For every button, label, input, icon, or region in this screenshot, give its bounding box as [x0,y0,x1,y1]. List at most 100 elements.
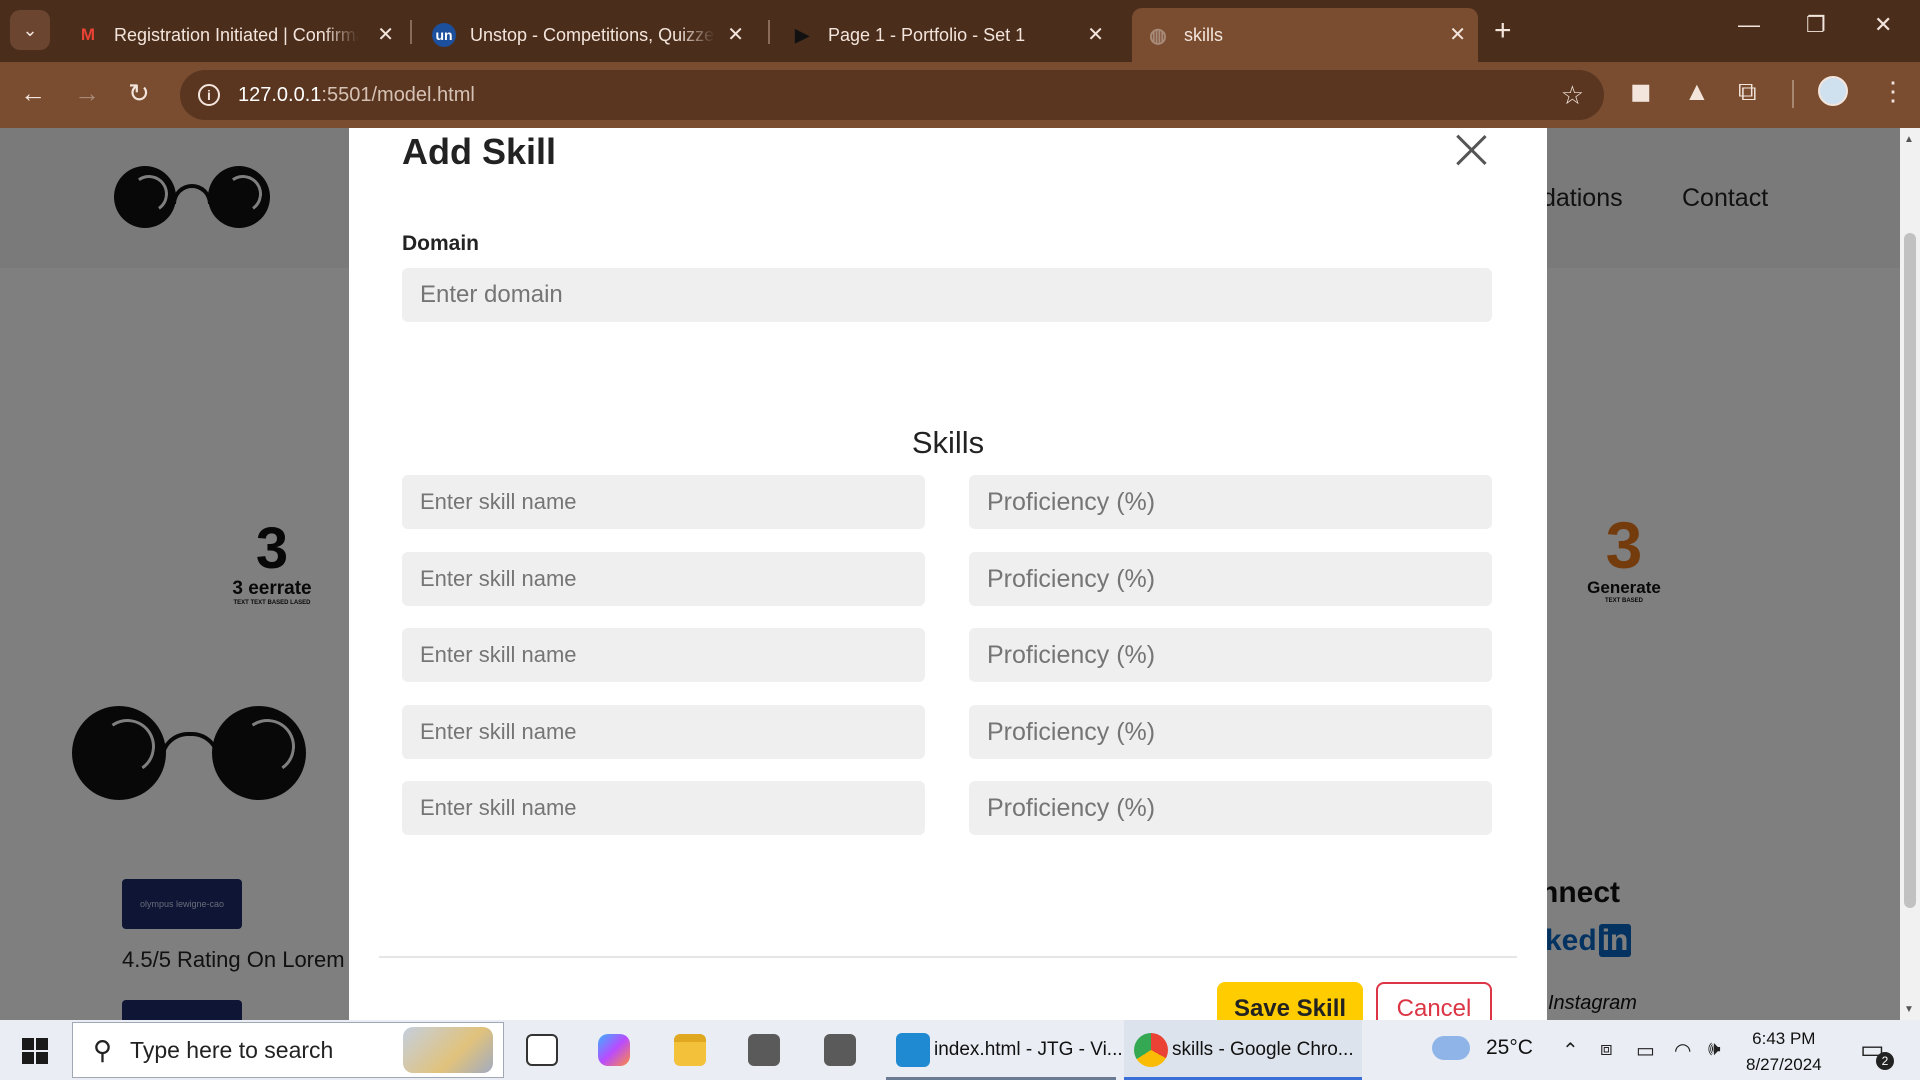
clock-time: 6:43 PM [1752,1029,1816,1048]
tab-unstop[interactable]: un Unstop - Competitions, Quizzes ✕ [418,8,756,62]
chrome-icon [1134,1033,1168,1067]
windows-logo-icon [36,1038,48,1050]
profile-avatar[interactable] [1818,76,1848,106]
gmail-icon: M [80,25,96,44]
toolbar-separator [1792,80,1794,108]
meet-now-icon[interactable]: ⧈ [1600,1038,1613,1061]
bookmark-star-icon[interactable]: ☆ [1561,80,1584,111]
chevron-down-icon: ⌄ [22,19,38,40]
temperature: 25°C [1486,1036,1533,1059]
windows-logo-icon [22,1052,34,1064]
extension-triangle-icon[interactable]: ▲ [1684,76,1710,107]
skill-name-input[interactable] [402,552,925,606]
proficiency-input[interactable] [969,781,1492,835]
extensions-puzzle-icon[interactable]: ⧉ [1738,76,1757,108]
skills-heading: Skills [911,425,985,460]
task-view-icon[interactable] [526,1034,558,1066]
scroll-down-arrow-icon[interactable]: ▼ [1904,1004,1914,1015]
notification-count-badge: 2 [1876,1052,1894,1070]
tab-skills[interactable]: ◍ skills ✕ [1132,8,1478,62]
taskbar-app-vscode[interactable]: index.html - JTG - Vi... [886,1020,1123,1080]
modal-title: Add Skill [402,131,557,172]
weather-widget[interactable]: 25°C [1432,1028,1533,1060]
vscode-icon [896,1033,930,1067]
file-explorer-icon[interactable] [674,1034,706,1066]
skill-name-input[interactable] [402,705,925,759]
address-bar[interactable]: i 127.0.0.1 :5501/model.html ☆ [180,70,1604,120]
tab-separator [410,20,412,44]
url-host: 127.0.0.1 [238,83,322,106]
restore-button[interactable]: ❐ [1806,12,1826,38]
domain-input[interactable] [402,268,1492,322]
tab-title: skills [1184,24,1223,45]
cancel-button[interactable]: Cancel [1376,982,1492,1020]
url-path: :5501/model.html [321,83,475,106]
proficiency-input[interactable] [969,628,1492,682]
save-skill-button[interactable]: Save Skill [1217,982,1363,1020]
page-scrollbar[interactable]: ▲ ▼ [1900,128,1920,1020]
close-window-button[interactable]: ✕ [1874,12,1892,38]
system-clock[interactable]: 6:43 PM 8/27/2024 [1746,1026,1822,1078]
volume-icon[interactable]: 🕪 [1708,1038,1721,1061]
tab-title: Page 1 - Portfolio - Set 1 [828,24,1026,45]
back-arrow-icon[interactable]: ← [20,78,46,109]
tab-gmail[interactable]: M Registration Initiated | Confirma ✕ [62,8,406,62]
tab-portfolio[interactable]: ▶ Page 1 - Portfolio - Set 1 ✕ [776,8,1116,62]
close-icon[interactable]: ✕ [1087,22,1104,47]
windows-logo-icon [22,1038,34,1050]
partly-cloudy-icon [1432,1028,1470,1060]
search-highlight-image [403,1027,493,1073]
close-icon[interactable] [1453,132,1489,168]
add-skill-modal: Add Skill Domain Skills Save Skill Cance… [349,128,1547,1020]
forward-arrow-icon[interactable]: → [74,78,100,109]
scroll-up-arrow-icon[interactable]: ▲ [1904,134,1914,145]
taskbar-app-label: index.html - JTG - Vi... [934,1039,1123,1060]
proficiency-input[interactable] [969,705,1492,759]
menu-kebab-icon[interactable]: ⋮ [1880,76,1906,107]
browser-tab-strip: ⌄ M Registration Initiated | Confirma ✕ … [0,0,1920,62]
unstop-icon: un [432,23,456,47]
taskbar-app-label: skills - Google Chro... [1172,1039,1354,1060]
close-icon[interactable]: ✕ [1449,22,1466,47]
scrollbar-thumb[interactable] [1904,233,1916,908]
skill-row [349,705,1547,759]
play-icon: ▶ [795,24,809,45]
skill-name-input[interactable] [402,475,925,529]
windows-logo-icon [36,1052,48,1064]
wifi-icon[interactable]: ◠ [1674,1038,1691,1063]
reload-icon[interactable]: ↻ [128,78,150,109]
skill-row [349,475,1547,529]
skill-name-input[interactable] [402,628,925,682]
tab-search-button[interactable]: ⌄ [10,10,50,50]
skill-row [349,628,1547,682]
skill-row [349,781,1547,835]
windows-start-button[interactable] [22,1038,48,1064]
close-icon[interactable]: ✕ [377,22,394,47]
site-info-icon[interactable]: i [198,84,220,106]
taskbar-app-chrome[interactable]: skills - Google Chro... [1124,1020,1362,1080]
skill-name-input[interactable] [402,781,925,835]
chevron-up-icon[interactable]: ⌃ [1562,1038,1579,1063]
app-medal-icon[interactable] [824,1034,856,1066]
minimize-button[interactable]: — [1738,12,1760,38]
close-icon[interactable]: ✕ [727,22,744,47]
search-icon: ⚲ [93,1034,113,1065]
proficiency-input[interactable] [969,552,1492,606]
taskbar-search-placeholder: Type here to search [130,1036,334,1063]
globe-icon: ◍ [1149,24,1167,47]
copilot-icon[interactable] [598,1034,630,1066]
skill-row [349,552,1547,606]
modal-footer-divider [379,956,1517,958]
browser-toolbar: ← → ↻ i 127.0.0.1 :5501/model.html ☆ ◼ ▲… [0,62,1920,128]
taskbar-search-box[interactable]: ⚲ Type here to search [72,1022,504,1078]
windows-taskbar: ⚲ Type here to search index.html - JTG -… [0,1020,1920,1080]
clock-date: 8/27/2024 [1746,1055,1822,1074]
app-medal-icon[interactable] [748,1034,780,1066]
proficiency-input[interactable] [969,475,1492,529]
tab-title: Unstop - Competitions, Quizzes [470,24,715,45]
new-tab-button[interactable]: + [1494,14,1512,48]
battery-icon[interactable]: ▭ [1636,1038,1655,1063]
domain-label: Domain [402,232,480,255]
tab-separator [768,20,770,44]
extension-icon[interactable]: ◼ [1630,76,1652,107]
